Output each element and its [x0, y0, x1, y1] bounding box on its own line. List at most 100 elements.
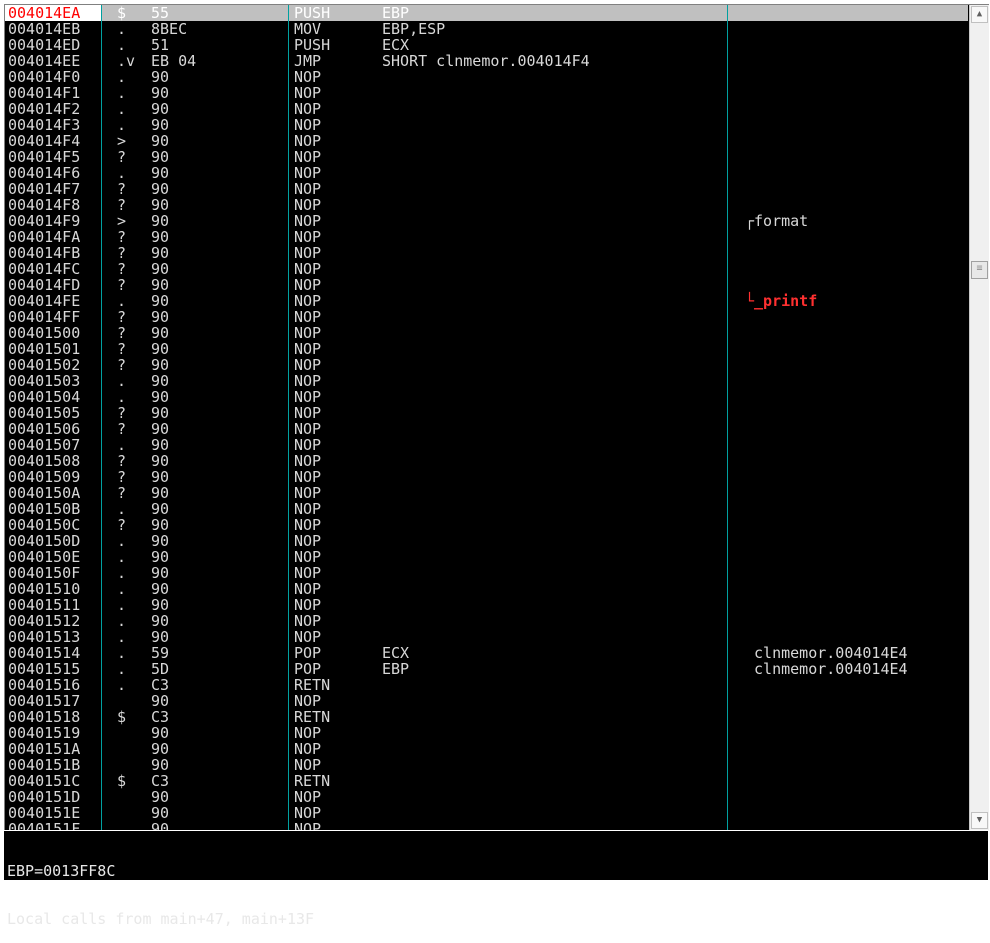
disasm-row[interactable]: 004014F9 >90 NOP ┌format	[5, 213, 968, 229]
disasm-row[interactable]: 00401508? 90 NOP	[5, 453, 968, 469]
disasm-row[interactable]: 004014ED. 51 PUSH ECX	[5, 37, 968, 53]
column-divider-address[interactable]	[101, 5, 102, 830]
disasm-row[interactable]: 00401501? 90 NOP	[5, 341, 968, 357]
jump-marker-cell: ?	[117, 468, 127, 486]
disasm-row[interactable]: 0040150B. 90 NOP	[5, 501, 968, 517]
disasm-row[interactable]: 004014FA? 90 NOP	[5, 229, 968, 245]
hex-dump-cell: 90	[151, 180, 170, 198]
mnemonic-cell: NOP	[294, 820, 322, 830]
disasm-row[interactable]: 00401505? 90 NOP	[5, 405, 968, 421]
jump-marker-cell: .	[117, 84, 127, 102]
mnemonic-cell: NOP	[294, 724, 322, 742]
address-cell: 004014F3	[8, 116, 81, 134]
mnemonic-cell: NOP	[294, 388, 322, 406]
disasm-row[interactable]: 004014FF? 90 NOP	[5, 309, 968, 325]
disasm-row[interactable]: 004014FC? 90 NOP	[5, 261, 968, 277]
jump-marker-cell: .	[117, 676, 127, 694]
column-divider-hex[interactable]	[288, 5, 289, 830]
address-cell: 0040151D	[8, 788, 81, 806]
disasm-row[interactable]: 0040150F. 90 NOP	[5, 565, 968, 581]
mnemonic-cell: RETN	[294, 708, 331, 726]
grip-icon: ≡	[976, 263, 983, 274]
disasm-row[interactable]: 004014F6. 90 NOP	[5, 165, 968, 181]
disasm-row[interactable]: 004014F1. 90 NOP	[5, 85, 968, 101]
disasm-row[interactable]: 00401515. 5D POP EBP clnmemor.004014E4	[5, 661, 968, 677]
disasm-row[interactable]: 0040151B 90 NOP	[5, 757, 968, 773]
mnemonic-cell: NOP	[294, 484, 322, 502]
disasm-row[interactable]: 00401511. 90 NOP	[5, 597, 968, 613]
mnemonic-cell: NOP	[294, 148, 322, 166]
comment-cell: clnmemor.004014E4	[745, 660, 908, 678]
disasm-row-selected[interactable]: 004014EA $55 PUSH EBP	[5, 5, 968, 21]
disasm-row[interactable]: 00401507. 90 NOP	[5, 437, 968, 453]
disasm-row[interactable]: 0040151E 90 NOP	[5, 805, 968, 821]
mnemonic-cell: NOP	[294, 356, 322, 374]
info-pane[interactable]: EBP=0013FF8C Local calls from main+47, m…	[4, 830, 988, 927]
jump-marker-cell: $	[117, 772, 127, 790]
mnemonic-cell: NOP	[294, 596, 322, 614]
vertical-scrollbar[interactable]: ▲ ≡ ▼	[969, 5, 989, 830]
disasm-row[interactable]: 004014EE .v EB 04 JMP SHORT clnmemor.004014F…	[5, 53, 968, 69]
disasm-row[interactable]: 004014EB. 8BEC MOV EBP,ESP	[5, 21, 968, 37]
operands-cell: EBP	[382, 5, 410, 22]
mnemonic-cell: NOP	[294, 804, 322, 822]
scroll-up-button[interactable]: ▲	[971, 6, 988, 23]
scroll-down-button[interactable]: ▼	[971, 812, 988, 829]
comment-cell: └_printf	[745, 292, 818, 310]
disasm-row[interactable]: 0040150E. 90 NOP	[5, 549, 968, 565]
mnemonic-cell: NOP	[294, 196, 322, 214]
disasm-row[interactable]: 00401518 $ C3 RETN	[5, 709, 968, 725]
hex-dump-cell: 90	[151, 724, 170, 742]
disasm-row[interactable]: 0040150C? 90 NOP	[5, 517, 968, 533]
disasm-row[interactable]: 00401500? 90 NOP	[5, 325, 968, 341]
scrollbar-thumb[interactable]: ≡	[971, 261, 988, 279]
disasm-row[interactable]: 00401512. 90 NOP	[5, 613, 968, 629]
address-cell: 004014F2	[8, 100, 81, 118]
disasm-row[interactable]: 004014F3. 90 NOP	[5, 117, 968, 133]
disasm-row[interactable]: 00401519 90 NOP	[5, 725, 968, 741]
jump-marker-cell: .	[117, 564, 127, 582]
jump-marker-cell: ?	[117, 276, 127, 294]
disasm-row[interactable]: 004014F7? 90 NOP	[5, 181, 968, 197]
address-cell: 00401504	[8, 388, 81, 406]
disasm-row[interactable]: 004014FE. 90 NOP └_printf	[5, 293, 968, 309]
disasm-row[interactable]: 0040150D. 90 NOP	[5, 533, 968, 549]
disasm-row[interactable]: 00401506? 90 NOP	[5, 421, 968, 437]
mnemonic-cell: NOP	[294, 180, 322, 198]
mnemonic-cell: NOP	[294, 612, 322, 630]
mnemonic-cell: NOP	[294, 68, 322, 86]
disasm-row[interactable]: 004014F5? 90 NOP	[5, 149, 968, 165]
address-cell: 00401506	[8, 420, 81, 438]
disasm-row[interactable]: 0040151A 90 NOP	[5, 741, 968, 757]
column-divider-disasm[interactable]	[727, 5, 728, 830]
address-cell: 004014FC	[8, 260, 81, 278]
disasm-row[interactable]: 00401502? 90 NOP	[5, 357, 968, 373]
disasm-row[interactable]: 004014F0. 90 NOP	[5, 69, 968, 85]
disasm-row[interactable]: 00401510. 90 NOP	[5, 581, 968, 597]
disasm-row[interactable]: 0040151F 90 NOP	[5, 821, 968, 830]
disasm-row[interactable]: 004014F8? 90 NOP	[5, 197, 968, 213]
disasm-row[interactable]: 00401504. 90 NOP	[5, 389, 968, 405]
disasm-row[interactable]: 00401509? 90 NOP	[5, 469, 968, 485]
hex-dump-cell: 90	[151, 340, 170, 358]
hex-dump-cell: 90	[151, 612, 170, 630]
address-cell: 004014F4	[8, 132, 81, 150]
disasm-row[interactable]: 00401514. 59 POP ECX clnmemor.004014E4	[5, 645, 968, 661]
mnemonic-cell: NOP	[294, 516, 322, 534]
disasm-row[interactable]: 004014FB? 90 NOP	[5, 245, 968, 261]
disasm-row[interactable]: 00401516. C3 RETN	[5, 677, 968, 693]
disasm-row[interactable]: 004014FD? 90 NOP	[5, 277, 968, 293]
disasm-row[interactable]: 0040151D 90 NOP	[5, 789, 968, 805]
disasm-row[interactable]: 0040150A? 90 NOP	[5, 485, 968, 501]
disasm-row[interactable]: 004014F2. 90 NOP	[5, 101, 968, 117]
comment-cell: ┌format	[745, 212, 809, 230]
disasm-row[interactable]: 004014F4 >90 NOP	[5, 133, 968, 149]
mnemonic-cell: NOP	[294, 692, 322, 710]
disasm-row[interactable]: 00401517 90 NOP	[5, 693, 968, 709]
disasm-row[interactable]: 00401513. 90 NOP	[5, 629, 968, 645]
hex-dump-cell: 90	[151, 132, 170, 150]
disasm-row[interactable]: 0040151C $ C3 RETN	[5, 773, 968, 789]
disasm-row[interactable]: 00401503. 90 NOP	[5, 373, 968, 389]
disassembly-pane[interactable]: 004014EA $55 PUSH EBP 004014EB. 8BEC MOV EBP,ES…	[4, 4, 989, 830]
mnemonic-cell: NOP	[294, 788, 322, 806]
